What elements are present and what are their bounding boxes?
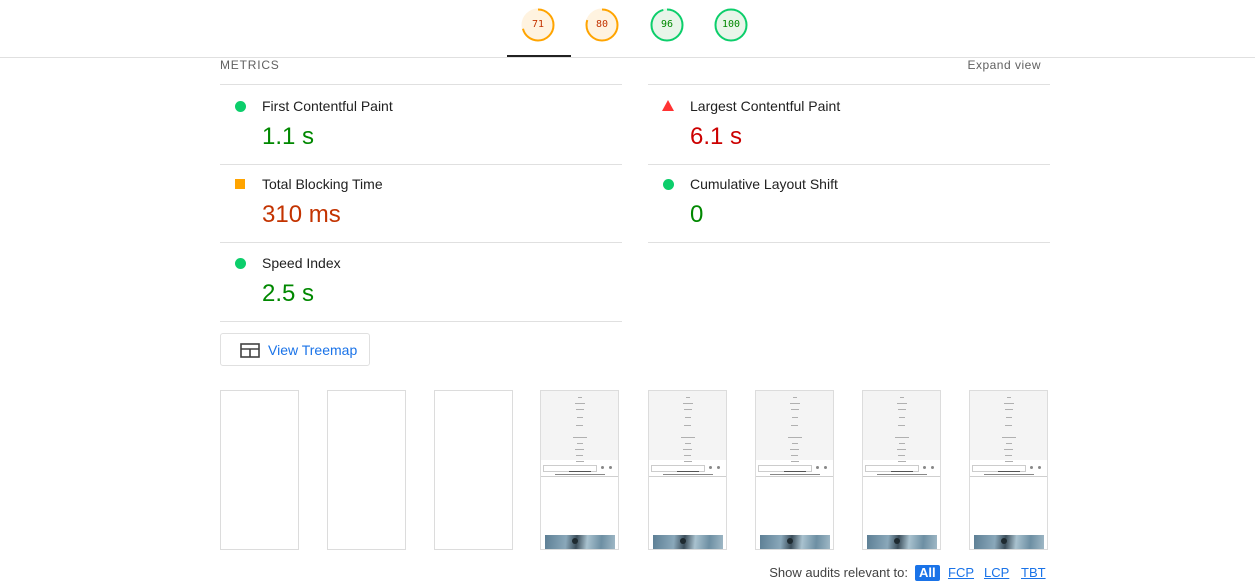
best-practices-score-gauge[interactable]: 96 bbox=[650, 8, 684, 42]
performance-score-gauge[interactable]: 71 bbox=[521, 8, 555, 42]
accessibility-score-label: 80 bbox=[595, 19, 609, 30]
orange-square-icon bbox=[235, 179, 245, 189]
filter-chip-tbt[interactable]: TBT bbox=[1021, 565, 1046, 581]
metric-title: Largest Contentful Paint bbox=[690, 98, 841, 114]
audit-filter: Show audits relevant to: All FCP LCP TBT bbox=[0, 565, 1255, 582]
metric-value: 1.1 s bbox=[262, 123, 315, 150]
audit-filter-label: Show audits relevant to: bbox=[769, 565, 908, 580]
performance-score-label: 71 bbox=[531, 19, 545, 30]
filmstrip-frame-blank bbox=[327, 390, 406, 550]
metric-title: First Contentful Paint bbox=[262, 98, 393, 114]
score-gauges-bar: 71 80 96 100 bbox=[0, 0, 1255, 58]
filmstrip-frame-rendered bbox=[540, 390, 619, 550]
metric-value: 6.1 s bbox=[690, 123, 743, 150]
filter-chip-lcp[interactable]: LCP bbox=[984, 565, 1009, 581]
metrics-title: METRICS bbox=[220, 58, 280, 72]
seo-score-gauge[interactable]: 100 bbox=[714, 8, 748, 42]
metric-speed-index: Speed Index 2.5 s bbox=[220, 242, 622, 322]
metric-value: 2.5 s bbox=[262, 280, 315, 307]
metric-title: Cumulative Layout Shift bbox=[690, 176, 838, 192]
metric-total-blocking-time: Total Blocking Time 310 ms bbox=[220, 163, 622, 243]
best-practices-score-label: 96 bbox=[660, 19, 674, 30]
filmstrip-frame-rendered bbox=[862, 390, 941, 550]
accessibility-score-gauge[interactable]: 80 bbox=[585, 8, 619, 42]
view-treemap-button[interactable]: View Treemap bbox=[220, 333, 370, 366]
red-triangle-icon bbox=[662, 100, 674, 111]
filmstrip-frame-blank bbox=[434, 390, 513, 550]
metric-largest-contentful-paint: Largest Contentful Paint 6.1 s bbox=[648, 84, 1050, 165]
green-circle-icon bbox=[235, 101, 246, 112]
filter-chip-all[interactable]: All bbox=[915, 565, 940, 581]
green-circle-icon bbox=[235, 258, 246, 269]
metric-value: 310 ms bbox=[262, 201, 341, 228]
metric-first-contentful-paint: First Contentful Paint 1.1 s bbox=[220, 84, 622, 165]
expand-view-toggle[interactable]: Expand view bbox=[967, 58, 1041, 72]
metric-cumulative-layout-shift: Cumulative Layout Shift 0 bbox=[648, 163, 1050, 243]
metric-title: Speed Index bbox=[262, 255, 341, 271]
metric-title: Total Blocking Time bbox=[262, 176, 383, 192]
filmstrip-frame-rendered bbox=[755, 390, 834, 550]
metric-value: 0 bbox=[690, 201, 704, 228]
metrics-header: METRICS Expand view bbox=[220, 58, 1050, 84]
green-circle-icon bbox=[663, 179, 674, 190]
filmstrip-frame-rendered bbox=[969, 390, 1048, 550]
filter-chip-fcp[interactable]: FCP bbox=[948, 565, 974, 581]
treemap-icon bbox=[240, 343, 260, 358]
filmstrip-frame-rendered bbox=[648, 390, 727, 550]
filmstrip-frame-blank bbox=[220, 390, 299, 550]
seo-score-label: 100 bbox=[721, 19, 741, 30]
view-treemap-label: View Treemap bbox=[268, 342, 358, 358]
active-gauge-indicator bbox=[507, 55, 571, 57]
